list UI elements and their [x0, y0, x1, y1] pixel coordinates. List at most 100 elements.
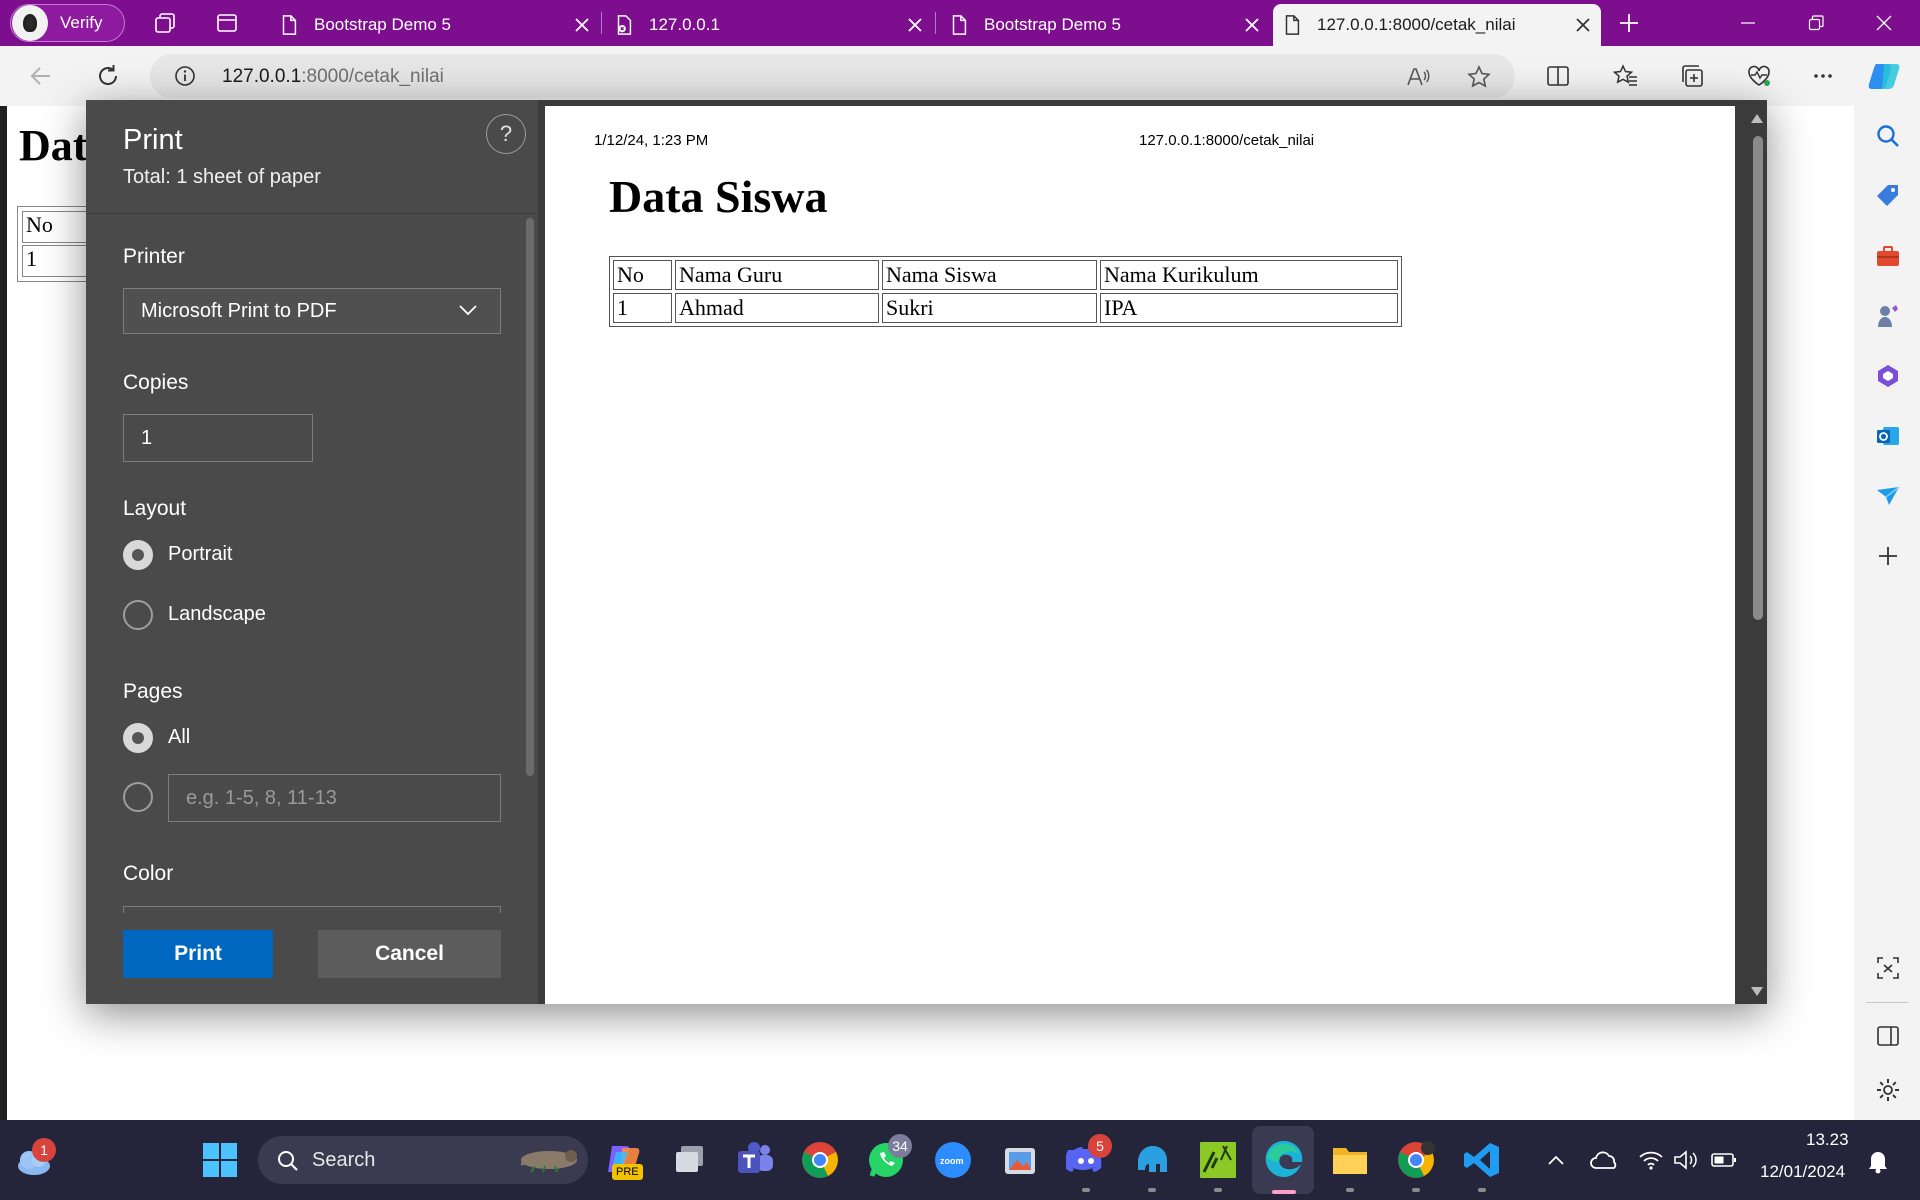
chevron-up-icon[interactable]: [1545, 1150, 1567, 1170]
task-view-icon[interactable]: [670, 1140, 710, 1180]
lambda-app-icon[interactable]: [1198, 1140, 1238, 1180]
tab-title: Bootstrap Demo 5: [984, 15, 1122, 34]
print-settings-panel: Print Total: 1 sheet of paper ? Printer …: [86, 100, 538, 1004]
page-icon: [1285, 15, 1300, 35]
chrome-icon[interactable]: [800, 1140, 840, 1180]
table-row: 1 Ahmad Sukri IPA: [613, 293, 1398, 323]
copies-input[interactable]: 1: [123, 414, 313, 462]
clock-time[interactable]: 13.23: [1806, 1130, 1849, 1150]
vscode-icon[interactable]: [1462, 1140, 1502, 1180]
workspaces-icon[interactable]: [153, 11, 177, 35]
minimize-icon: [1741, 22, 1755, 24]
scroll-thumb[interactable]: [1753, 136, 1763, 620]
cancel-button[interactable]: Cancel: [318, 930, 501, 978]
minimize-button[interactable]: [1716, 0, 1780, 46]
layout-label: Layout: [123, 497, 187, 520]
onedrive-icon[interactable]: [1590, 1148, 1620, 1172]
page-icon: [952, 15, 967, 35]
preview-scrollbar[interactable]: [1747, 106, 1767, 1004]
split-screen-icon[interactable]: [1545, 63, 1571, 89]
battery-icon[interactable]: [1710, 1150, 1738, 1170]
landscape-radio[interactable]: [123, 600, 153, 630]
portrait-label[interactable]: Portrait: [168, 543, 232, 566]
tab-title: 127.0.0.1: [649, 15, 720, 34]
elephant-app-icon[interactable]: [1132, 1140, 1172, 1180]
scroll-up-icon[interactable]: [1750, 112, 1764, 124]
preview-header-date: 1/12/24, 1:23 PM: [594, 132, 709, 149]
shopping-tag-icon[interactable]: [1874, 182, 1902, 210]
collections-icon[interactable]: [1680, 63, 1706, 89]
preview-badge: PRE: [612, 1164, 643, 1180]
profile-button[interactable]: Verify: [10, 4, 125, 42]
print-button[interactable]: Print: [123, 930, 273, 978]
portrait-radio[interactable]: [123, 540, 153, 570]
print-preview: 1/12/24, 1:23 PM 127.0.0.1:8000/cetak_ni…: [545, 106, 1735, 1004]
screenshot-icon[interactable]: [1874, 954, 1902, 982]
page-heading: Dat: [19, 121, 88, 170]
settings-scrollbar[interactable]: [526, 218, 534, 776]
browser-essentials-icon[interactable]: [1746, 63, 1772, 89]
clock-date[interactable]: 12/01/2024: [1760, 1162, 1845, 1182]
column-header: Nama Kurikulum: [1100, 260, 1398, 290]
hide-sidebar-icon[interactable]: [1874, 1022, 1902, 1050]
notification-bell-icon[interactable]: [1866, 1148, 1890, 1174]
url-host: 127.0.0.1: [222, 66, 302, 87]
snipping-tool-icon[interactable]: [1000, 1140, 1040, 1180]
close-tab-icon[interactable]: [1242, 15, 1262, 35]
pages-range-input[interactable]: e.g. 1-5, 8, 11-13: [168, 774, 501, 822]
chrome-profile-icon[interactable]: [1396, 1140, 1436, 1180]
volume-icon[interactable]: [1672, 1148, 1698, 1172]
settings-gear-icon[interactable]: [1874, 1076, 1902, 1104]
pages-all-radio[interactable]: [123, 723, 153, 753]
restore-button[interactable]: [1784, 0, 1848, 46]
landscape-label[interactable]: Landscape: [168, 603, 266, 626]
favorite-star-icon[interactable]: [1466, 64, 1492, 90]
close-window-button[interactable]: [1852, 0, 1916, 46]
scroll-down-icon[interactable]: [1750, 986, 1764, 998]
new-tab-icon[interactable]: [1617, 11, 1641, 35]
column-header: Nama Guru: [675, 260, 879, 290]
search-icon[interactable]: [1874, 122, 1902, 150]
info-icon[interactable]: [174, 65, 196, 87]
dialog-title: Print: [123, 124, 183, 156]
help-button[interactable]: ?: [486, 114, 526, 154]
discord-badge: 5: [1088, 1134, 1112, 1158]
refresh-icon[interactable]: [95, 63, 121, 89]
tab-cetak-nilai[interactable]: 127.0.0.1:8000/cetak_nilai: [1273, 4, 1601, 46]
outlook-icon[interactable]: [1874, 422, 1902, 450]
file-explorer-icon[interactable]: [1330, 1140, 1370, 1180]
wifi-icon[interactable]: [1638, 1148, 1664, 1172]
read-aloud-icon[interactable]: [1405, 64, 1431, 90]
more-options-icon[interactable]: [1810, 63, 1836, 89]
pages-custom-radio[interactable]: [123, 782, 153, 812]
windows-start-icon[interactable]: [200, 1140, 240, 1180]
favorites-icon[interactable]: [1613, 63, 1639, 89]
address-bar[interactable]: 127.0.0.1:8000/cetak_nilai: [150, 54, 1515, 98]
printer-select[interactable]: Microsoft Print to PDF: [123, 288, 501, 334]
column-header: Nama Siswa: [882, 260, 1097, 290]
microsoft-365-icon[interactable]: [1874, 362, 1902, 390]
table-cell: No: [22, 211, 92, 243]
teams-icon[interactable]: [735, 1140, 775, 1180]
close-tab-icon[interactable]: [572, 15, 592, 35]
copilot-icon[interactable]: [1868, 60, 1902, 92]
vertical-tabs-icon[interactable]: [215, 11, 239, 35]
back-icon[interactable]: [28, 63, 54, 89]
color-label: Color: [123, 862, 174, 885]
pages-all-label[interactable]: All: [168, 726, 190, 749]
tools-icon[interactable]: [1874, 242, 1902, 270]
tab-localhost[interactable]: 127.0.0.1: [605, 4, 933, 46]
taskbar-search[interactable]: Search: [258, 1136, 588, 1184]
close-tab-icon[interactable]: [905, 15, 925, 35]
tab-bootstrap-demo-2[interactable]: Bootstrap Demo 5: [940, 4, 1270, 46]
taskbar: 1 Search PRE 34 zoom 5 13.23 12/01/2024: [0, 1120, 1920, 1200]
url-text[interactable]: 127.0.0.1:8000/cetak_nilai: [222, 66, 444, 88]
broken-page-icon: [617, 15, 632, 35]
close-tab-icon[interactable]: [1573, 15, 1593, 35]
drop-send-icon[interactable]: [1874, 482, 1902, 510]
games-icon[interactable]: [1874, 302, 1902, 330]
tab-bootstrap-demo-1[interactable]: Bootstrap Demo 5: [270, 4, 600, 46]
edge-icon[interactable]: [1263, 1138, 1305, 1180]
zoom-label: zoom: [940, 1156, 964, 1166]
add-icon[interactable]: [1874, 542, 1902, 570]
